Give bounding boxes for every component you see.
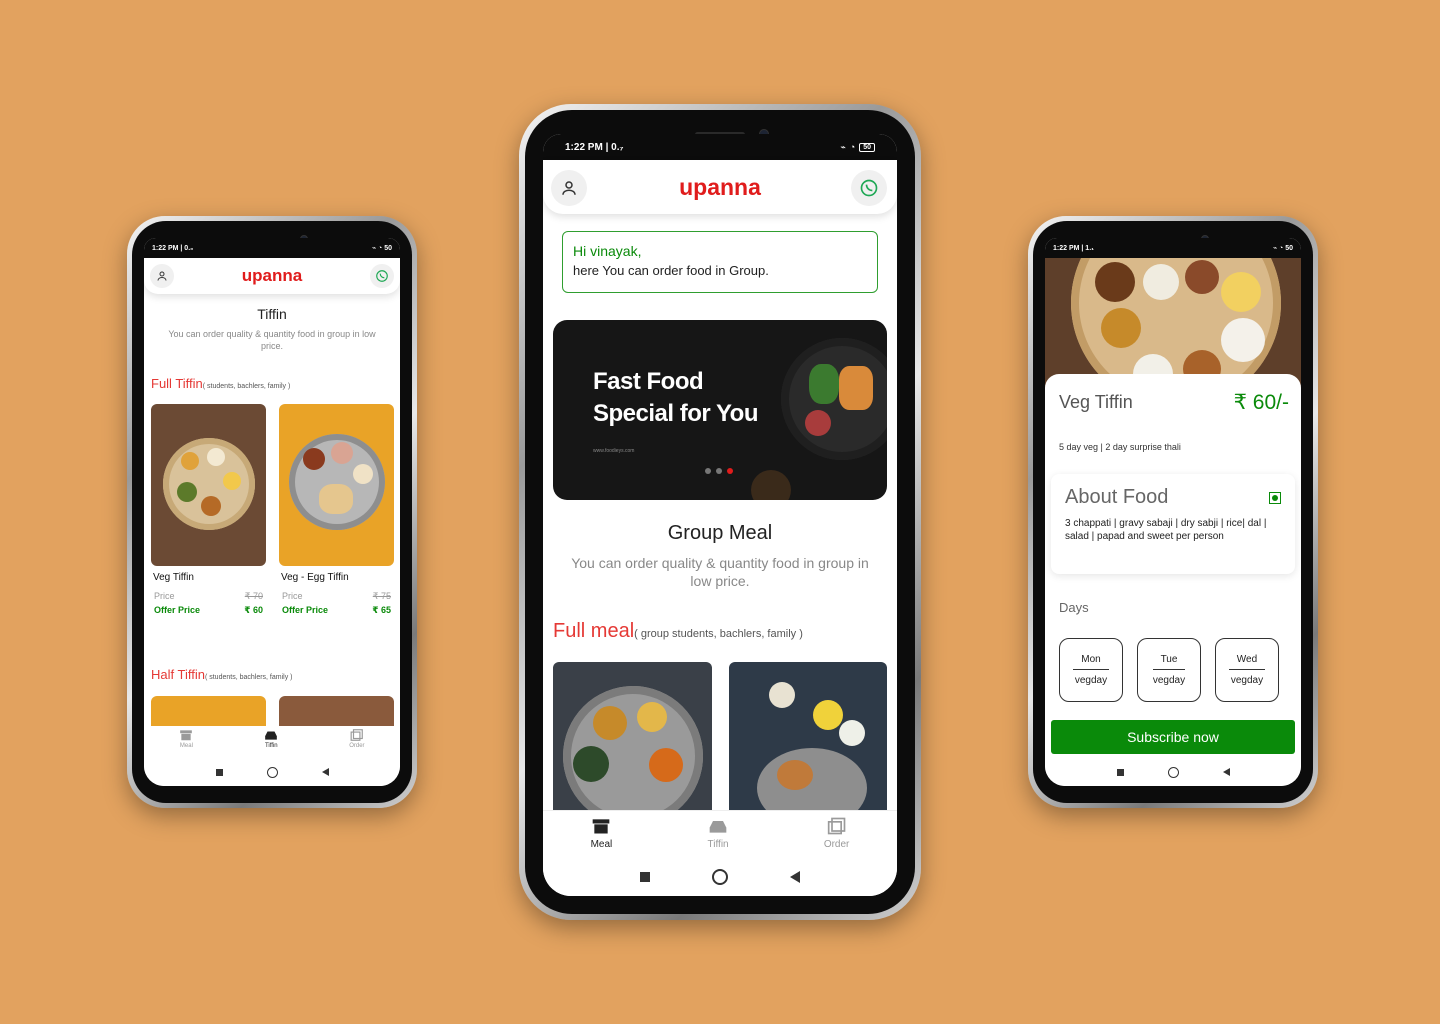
greeting-card: Hi vinayak, here You can order food in G… xyxy=(562,231,878,293)
profile-button[interactable] xyxy=(551,170,587,206)
day-chip-wed[interactable]: Wed vegday xyxy=(1215,638,1279,702)
hero-food-image xyxy=(1045,258,1301,388)
offer-row: Offer Price ₹ 65 xyxy=(282,605,391,615)
greeting-message: here You can order food in Group. xyxy=(573,263,769,278)
nav-meal[interactable]: Meal xyxy=(591,817,612,858)
phone-left: 1:22 PM | 0.₀ ⌁ ◔ 50 upanna Tiffin You c… xyxy=(127,216,417,808)
system-nav xyxy=(144,758,400,786)
tiffin-price: ₹ 60/- xyxy=(1233,391,1289,414)
whatsapp-button[interactable] xyxy=(370,264,394,288)
banner-url: www.foodieys.com xyxy=(593,448,635,454)
page-title: Tiffin xyxy=(257,306,287,322)
recent-apps-icon[interactable] xyxy=(1116,768,1124,776)
tiffin-card-veg[interactable]: Veg Tiffin Price ₹ 70 Offer Price ₹ 60 xyxy=(151,404,266,626)
carousel-dot[interactable] xyxy=(705,468,711,474)
banner-food-image xyxy=(781,338,887,460)
greeting-name: Hi vinayak, xyxy=(573,243,642,259)
recent-apps-icon[interactable] xyxy=(215,768,223,776)
status-bar: 1:22 PM | 0.₇ ⌁ ◔ 50 xyxy=(543,134,897,160)
meal-card-image[interactable] xyxy=(553,662,712,812)
status-icons: ⌁ ◔ 50 xyxy=(1272,245,1293,252)
status-time: 1:22 PM | 0.₇ xyxy=(565,141,624,153)
about-title: About Food xyxy=(1065,486,1169,508)
food-image xyxy=(279,404,394,566)
about-card: About Food 3 chappati | gravy sabaji | d… xyxy=(1051,474,1295,574)
meal-icon xyxy=(180,730,193,741)
price-row: Price ₹ 75 xyxy=(282,591,391,601)
day-chip-mon[interactable]: Mon vegday xyxy=(1059,638,1123,702)
phone-center: 1:22 PM | 0.₇ ⌁ ◔ 50 upanna Hi vinayak, h… xyxy=(519,104,921,920)
app-bar: upanna xyxy=(144,258,400,294)
user-icon xyxy=(157,271,167,281)
section-subtitle: You can order quality & quantity food in… xyxy=(571,555,869,589)
nav-order[interactable]: Order xyxy=(824,817,849,858)
offer-row: Offer Price ₹ 60 xyxy=(154,605,263,615)
user-icon xyxy=(562,181,576,195)
section-half-tiffin: Half Tiffin( students, bachlers, family … xyxy=(151,667,293,682)
status-icons: ⌁ ◔ 50 xyxy=(840,142,875,153)
status-time: 1:22 PM | 1.₁ xyxy=(1053,244,1095,252)
nav-tiffin[interactable]: Tiffin xyxy=(264,729,278,758)
home-icon[interactable] xyxy=(266,766,278,778)
phone-right: 1:22 PM | 1.₁ ⌁ ◔ 50 Veg Tiffin ₹ 60/- 5… xyxy=(1028,216,1318,808)
tiffin-title: Veg Tiffin xyxy=(1059,392,1133,412)
system-nav xyxy=(543,858,897,896)
promo-banner[interactable]: Fast Food Special for You www.foodieys.c… xyxy=(553,320,887,500)
food-image xyxy=(151,404,266,566)
tiffin-icon xyxy=(265,731,278,740)
tiffin-schedule: 5 day veg | 2 day surprise thali xyxy=(1059,442,1181,452)
home-icon[interactable] xyxy=(712,869,728,885)
subscribe-button[interactable]: Subscribe now xyxy=(1051,720,1295,754)
nav-order[interactable]: Order xyxy=(349,729,365,758)
detail-sheet: Veg Tiffin ₹ 60/- 5 day veg | 2 day surp… xyxy=(1045,374,1301,758)
status-time: 1:22 PM | 0.₀ xyxy=(152,244,194,252)
back-icon[interactable] xyxy=(790,871,800,883)
bottom-nav: Meal Tiffin Order xyxy=(144,726,400,758)
status-bar: 1:22 PM | 1.₁ ⌁ ◔ 50 xyxy=(1045,238,1301,258)
nav-tiffin[interactable]: Tiffin xyxy=(707,817,729,858)
status-bar: 1:22 PM | 0.₀ ⌁ ◔ 50 xyxy=(144,238,400,258)
day-chip-tue[interactable]: Tue vegday xyxy=(1137,638,1201,702)
brand-logo: upanna xyxy=(679,173,761,200)
meal-card-image[interactable] xyxy=(729,662,887,812)
section-full-tiffin: Full Tiffin( students, bachlers, family … xyxy=(151,376,291,391)
section-title: Group Meal xyxy=(667,522,773,544)
price-row: Price ₹ 70 xyxy=(154,591,263,601)
banner-title: Fast Food Special for You xyxy=(593,368,759,427)
status-icons: ⌁ ◔ 50 xyxy=(371,245,392,252)
whatsapp-icon xyxy=(376,270,388,282)
card-title: Veg - Egg Tiffin xyxy=(281,572,349,583)
order-icon xyxy=(827,817,845,835)
tiffin-card-veg-egg[interactable]: Veg - Egg Tiffin Price ₹ 75 Offer Price … xyxy=(279,404,394,626)
system-nav xyxy=(1045,758,1301,786)
card-title: Veg Tiffin xyxy=(153,572,194,583)
screen-left: 1:22 PM | 0.₀ ⌁ ◔ 50 upanna Tiffin You c… xyxy=(144,238,400,786)
bottom-nav: Meal Tiffin Order xyxy=(543,810,897,858)
home-icon[interactable] xyxy=(1167,766,1179,778)
tiffin-icon xyxy=(709,821,727,833)
profile-button[interactable] xyxy=(150,264,174,288)
app-bar: upanna xyxy=(543,160,897,214)
days-label: Days xyxy=(1059,600,1089,615)
carousel-dots xyxy=(705,468,733,474)
page-subtitle: You can order quality & quantity food in… xyxy=(168,329,376,351)
order-icon xyxy=(350,729,363,741)
whatsapp-button[interactable] xyxy=(851,170,887,206)
recent-apps-icon[interactable] xyxy=(640,872,650,882)
screen-right: 1:22 PM | 1.₁ ⌁ ◔ 50 Veg Tiffin ₹ 60/- 5… xyxy=(1045,238,1301,786)
banner-snack-image xyxy=(751,470,791,500)
screen-center: 1:22 PM | 0.₇ ⌁ ◔ 50 upanna Hi vinayak, h… xyxy=(543,134,897,896)
about-text: 3 chappati | gravy sabaji | dry sabji | … xyxy=(1065,518,1267,542)
carousel-dot[interactable] xyxy=(716,468,722,474)
back-icon[interactable] xyxy=(321,768,329,776)
brand-logo: upanna xyxy=(241,266,303,285)
section-full-meal: Full meal( group students, bachlers, fam… xyxy=(553,620,803,642)
veg-mark-icon xyxy=(1269,492,1281,504)
nav-meal[interactable]: Meal xyxy=(179,729,193,758)
whatsapp-icon xyxy=(860,179,878,197)
back-icon[interactable] xyxy=(1222,768,1230,776)
meal-icon xyxy=(593,819,610,834)
carousel-dot-active[interactable] xyxy=(727,468,733,474)
